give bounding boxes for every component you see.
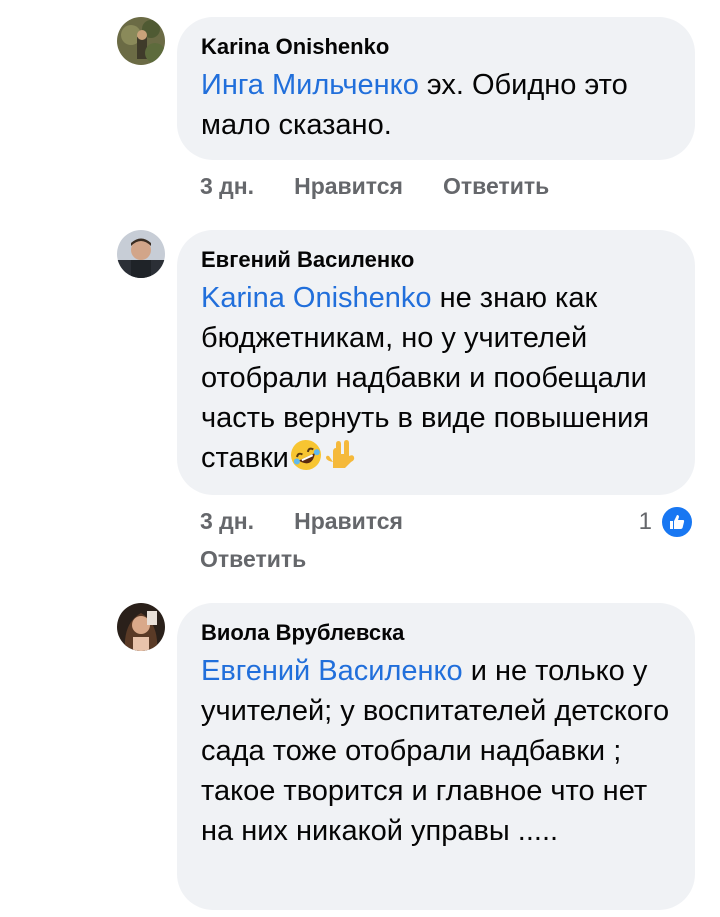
comment-text: Karina Onishenko не знаю как бюджетникам… <box>201 278 671 483</box>
comment-author[interactable]: Евгений Василенко <box>201 246 671 274</box>
avatar[interactable] <box>117 230 165 278</box>
love-you-gesture-emoji <box>323 438 357 483</box>
avatar[interactable] <box>117 17 165 65</box>
comment-author[interactable]: Karina Onishenko <box>201 33 671 61</box>
reply-button[interactable]: Ответить <box>443 173 549 200</box>
reply-button[interactable]: Ответить <box>200 546 306 573</box>
mention-link[interactable]: Karina Onishenko <box>201 282 432 314</box>
like-button[interactable]: Нравится <box>294 173 403 200</box>
mention-link[interactable]: Евгений Василенко <box>201 655 463 687</box>
comment-actions: 3 дн. Нравится <box>200 508 403 535</box>
comment-author[interactable]: Виола Врублевска <box>201 619 671 647</box>
avatar[interactable] <box>117 603 165 651</box>
comment-text: Инга Мильченко эх. Обидно это мало сказа… <box>201 65 671 145</box>
like-button[interactable]: Нравится <box>294 508 403 535</box>
comment-bubble: Евгений Василенко Karina Onishenko не зн… <box>177 230 695 495</box>
reaction-summary[interactable]: 1 <box>639 505 694 539</box>
comment-actions: 3 дн. Нравится Ответить <box>200 173 549 200</box>
thumbs-up-icon <box>660 505 694 539</box>
comment-actions-row2: Ответить <box>200 546 306 573</box>
comment-bubble: Виола Врублевска Евгений Василенко и не … <box>177 603 695 910</box>
reaction-count: 1 <box>638 508 652 535</box>
comment-text: Евгений Василенко и не только у учителей… <box>201 651 671 851</box>
rofl-emoji <box>289 438 323 483</box>
comment-time[interactable]: 3 дн. <box>200 173 254 200</box>
comment-time[interactable]: 3 дн. <box>200 508 254 535</box>
comment-bubble: Karina Onishenko Инга Мильченко эх. Обид… <box>177 17 695 160</box>
mention-link[interactable]: Инга Мильченко <box>201 69 419 101</box>
